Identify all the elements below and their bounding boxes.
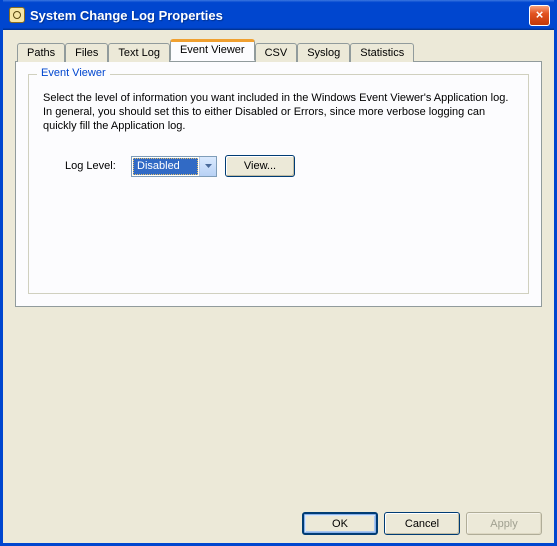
tab-files[interactable]: Files [65, 43, 108, 62]
tab-page: Event Viewer Select the level of informa… [15, 61, 542, 307]
groupbox-legend: Event Viewer [37, 67, 110, 79]
cancel-button[interactable]: Cancel [384, 512, 460, 535]
dialog-body: Paths Files Text Log Event Viewer CSV Sy… [3, 30, 554, 543]
log-level-dropdown[interactable]: Disabled [131, 156, 217, 177]
titlebar: System Change Log Properties × [3, 0, 554, 30]
window: System Change Log Properties × Paths Fil… [0, 0, 557, 546]
spacer [15, 307, 542, 500]
tab-statistics[interactable]: Statistics [350, 43, 414, 62]
ok-button[interactable]: OK [302, 512, 378, 535]
view-button[interactable]: View... [225, 155, 295, 177]
groupbox-event-viewer: Event Viewer Select the level of informa… [28, 74, 529, 294]
chevron-down-icon[interactable] [199, 157, 216, 176]
log-level-label: Log Level: [65, 159, 123, 173]
apply-button: Apply [466, 512, 542, 535]
group-content: Select the level of information you want… [29, 75, 528, 187]
tab-event-viewer[interactable]: Event Viewer [170, 39, 255, 61]
log-level-value: Disabled [133, 158, 198, 175]
close-icon[interactable]: × [529, 5, 550, 26]
app-icon [9, 7, 25, 23]
window-title: System Change Log Properties [30, 8, 529, 23]
tab-paths[interactable]: Paths [17, 43, 65, 62]
tab-csv[interactable]: CSV [255, 43, 298, 62]
description-text: Select the level of information you want… [43, 91, 514, 133]
tab-syslog[interactable]: Syslog [297, 43, 350, 62]
tab-text-log[interactable]: Text Log [108, 43, 170, 62]
log-level-row: Log Level: Disabled View... [43, 155, 514, 177]
dialog-buttons: OK Cancel Apply [15, 500, 542, 535]
tabstrip: Paths Files Text Log Event Viewer CSV Sy… [15, 40, 542, 61]
